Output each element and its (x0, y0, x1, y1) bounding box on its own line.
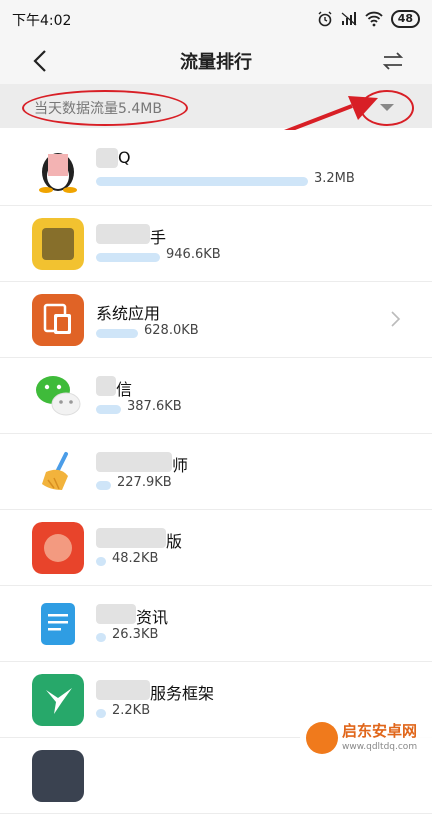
signal-crossed-icon (341, 12, 357, 26)
blurred-name (96, 452, 172, 472)
site-watermark: 启东安卓网 www.qdltdq.com (300, 718, 432, 758)
blurred-name (96, 680, 150, 700)
usage-bar (96, 253, 160, 262)
caret-down-icon (380, 104, 394, 111)
chevron-right-icon (391, 311, 401, 327)
app-row[interactable]: 资讯 26.3KB (0, 586, 432, 662)
app-row[interactable]: Q 3.2MB (0, 130, 432, 206)
usage-bar (96, 557, 106, 566)
blurred-name (96, 148, 118, 168)
cleaner-broom-icon (32, 446, 84, 498)
app-row[interactable]: 版 48.2KB (0, 510, 432, 586)
usage-size: 387.6KB (127, 399, 182, 414)
app-name: 服务框架 (150, 684, 215, 703)
blurred-name (96, 604, 136, 624)
blurred-name (96, 224, 150, 244)
usage-size: 48.2KB (112, 551, 159, 566)
app-traffic-list: Q 3.2MB 手 946.6KB 系统应用 628.0KB 信 387.6KB… (0, 130, 432, 814)
watermark-logo-icon (306, 722, 338, 754)
usage-size: 26.3KB (112, 627, 159, 642)
usage-size: 628.0KB (144, 323, 199, 338)
hummingbird-icon (32, 674, 84, 726)
alarm-icon (318, 11, 332, 27)
swap-arrows-icon[interactable] (382, 50, 404, 72)
app-name: Q (118, 148, 131, 167)
app-row[interactable]: 信 387.6KB (0, 358, 432, 434)
browser-app-icon (32, 522, 84, 574)
news-document-icon (32, 598, 84, 650)
app-row[interactable]: 系统应用 628.0KB (0, 282, 432, 358)
app-row[interactable]: 手 946.6KB (0, 206, 432, 282)
usage-bar (96, 481, 111, 490)
app-name: 资讯 (136, 608, 169, 627)
usage-bar (96, 633, 106, 642)
app-row[interactable]: 师 227.9KB (0, 434, 432, 510)
watermark-url: www.qdltdq.com (342, 742, 418, 752)
wechat-icon (32, 370, 84, 422)
battery-indicator: 48 (390, 10, 420, 28)
app-name: 版 (166, 532, 183, 551)
usage-size: 946.6KB (166, 247, 221, 262)
blurred-name (96, 528, 166, 548)
assistant-app-icon (32, 218, 84, 270)
qq-penguin-icon (32, 142, 84, 194)
usage-size: 227.9KB (117, 475, 172, 490)
wifi-icon (365, 11, 383, 27)
status-time: 下午4:02 (12, 13, 72, 29)
annotation-oval (22, 90, 188, 126)
header: 流量排行 (0, 38, 432, 84)
status-bar: 下午4:02 48 (0, 0, 432, 38)
usage-bar (96, 405, 121, 414)
app-name: 系统应用 (96, 304, 161, 323)
status-icons: 48 (317, 10, 420, 28)
app-name: 师 (172, 456, 189, 475)
app-name: 信 (116, 380, 133, 399)
usage-size: 3.2MB (314, 171, 355, 186)
blurred-name (96, 376, 116, 396)
system-apps-icon (32, 294, 84, 346)
usage-size: 2.2KB (112, 703, 151, 718)
usage-bar (96, 329, 138, 338)
page-title: 流量排行 (180, 52, 252, 73)
usage-bar (96, 709, 106, 718)
watermark-title: 启东安卓网 (342, 722, 418, 740)
app-name: 手 (150, 228, 167, 247)
usage-bar (96, 177, 308, 186)
